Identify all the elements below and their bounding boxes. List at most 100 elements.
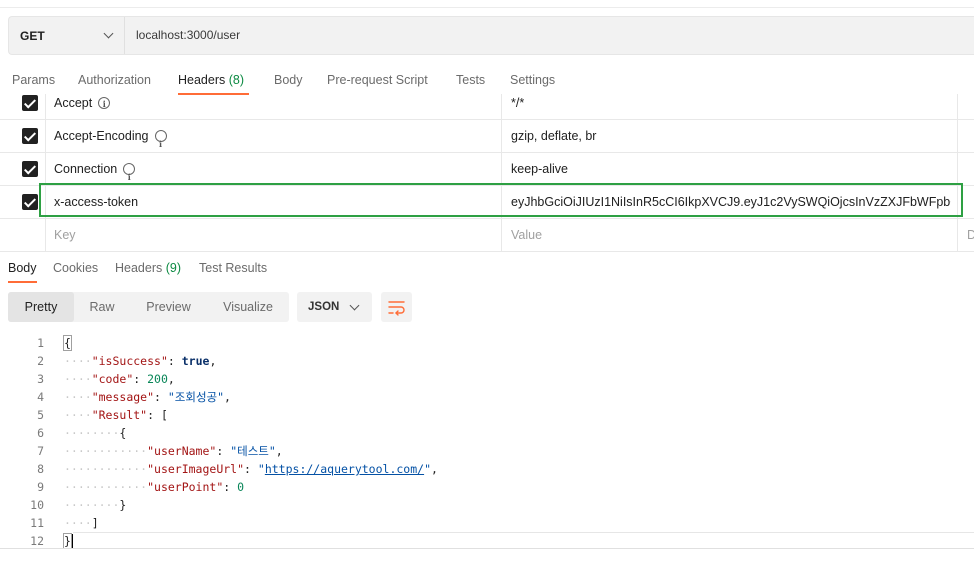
top-divider	[0, 7, 974, 8]
new-header-row: Key Value D	[0, 219, 974, 252]
wrap-lines-icon	[388, 301, 405, 316]
description-input[interactable]: D	[967, 219, 974, 251]
tab-settings[interactable]: Settings	[510, 70, 555, 90]
line-number: 10	[30, 498, 44, 512]
json-key: "isSuccess"	[91, 354, 168, 368]
checkbox-checked-icon[interactable]	[22, 161, 38, 177]
header-value[interactable]: gzip, deflate, br	[511, 120, 951, 152]
code-line: 5 ····"Result": [	[0, 406, 974, 424]
header-key-text: Connection	[54, 162, 118, 176]
highlight-annotation	[39, 183, 963, 217]
response-tabs: Body Cookies Headers (9) Test Results	[0, 258, 974, 284]
code-text: ····]	[64, 516, 99, 530]
view-mode-preview[interactable]: Preview	[135, 292, 202, 322]
tab-cookies[interactable]: Cookies	[53, 258, 98, 278]
code-text: ············"userImageUrl": "https://aqu…	[64, 462, 438, 476]
line-number: 6	[37, 426, 44, 440]
column-divider	[501, 153, 502, 185]
code-text: ····"Result": [	[64, 408, 168, 422]
info-icon[interactable]	[98, 95, 111, 113]
header-row-check-cell	[8, 219, 46, 251]
header-key[interactable]: Accept-Encoding	[54, 120, 167, 160]
view-mode-group: Pretty Raw Preview Visualize	[8, 292, 289, 322]
checkbox-checked-icon[interactable]	[22, 194, 38, 210]
header-row: Connection keep-alive	[0, 153, 974, 193]
line-number: 7	[37, 444, 44, 458]
chevron-down-icon	[349, 300, 360, 311]
tab-test-results[interactable]: Test Results	[199, 258, 267, 278]
request-tabs: Params Authorization Headers (8) Body Pr…	[0, 70, 974, 96]
column-divider	[957, 153, 958, 185]
tab-response-body[interactable]: Body	[8, 258, 37, 278]
value-input[interactable]: Value	[511, 219, 951, 251]
tab-body[interactable]: Body	[274, 70, 303, 90]
info-icon[interactable]	[123, 161, 136, 193]
header-row: Accept-Encoding gzip, deflate, br	[0, 120, 974, 160]
json-key: "Result"	[91, 408, 148, 422]
code-line: 6 ········{	[0, 424, 974, 442]
checkbox-checked-icon[interactable]	[22, 128, 38, 144]
json-value: 0	[237, 480, 245, 494]
code-text: ········{	[64, 426, 127, 440]
json-value: 200	[147, 372, 168, 386]
code-text: ····"isSuccess": true,	[64, 354, 217, 368]
code-text: ····"message": "조회성공",	[64, 390, 231, 404]
wrap-lines-button[interactable]	[381, 292, 412, 322]
header-key-text: Accept	[54, 96, 93, 110]
chevron-down-icon	[103, 28, 114, 39]
active-response-tab-indicator	[8, 281, 37, 283]
column-divider	[957, 219, 958, 251]
json-key: "code"	[91, 372, 134, 386]
info-icon[interactable]	[154, 128, 167, 160]
view-mode-raw[interactable]: Raw	[78, 292, 126, 322]
code-text: ········}	[64, 498, 127, 512]
tab-response-headers[interactable]: Headers (9)	[115, 258, 181, 278]
tab-response-headers-label: Headers	[115, 261, 163, 275]
view-mode-visualize[interactable]: Visualize	[213, 292, 283, 322]
json-key: "userPoint"	[147, 480, 224, 494]
method-label: GET	[20, 28, 45, 43]
header-row-check-cell	[8, 153, 46, 185]
line-number: 5	[37, 408, 44, 422]
url-input[interactable]: localhost:3000/user	[136, 17, 240, 54]
header-row: Accept */*	[0, 94, 974, 120]
tab-authorization[interactable]: Authorization	[78, 70, 151, 90]
code-text: ············"userPoint": 0	[64, 480, 245, 494]
tab-tests[interactable]: Tests	[456, 70, 485, 90]
json-value: "조회성공"	[167, 390, 225, 404]
line-number: 11	[30, 516, 44, 530]
header-row-check-cell	[8, 94, 46, 119]
header-key[interactable]: Accept	[54, 94, 111, 113]
tab-headers-label: Headers	[178, 73, 226, 87]
tab-headers[interactable]: Headers (8)	[178, 70, 244, 90]
checkbox-checked-icon[interactable]	[22, 95, 38, 111]
tab-params[interactable]: Params	[12, 70, 55, 90]
header-value[interactable]: */*	[511, 94, 951, 119]
header-row-check-cell	[8, 120, 46, 152]
line-number: 4	[37, 390, 44, 404]
code-line: 3 ····"code": 200,	[0, 370, 974, 388]
code-text: {	[63, 335, 72, 351]
method-select[interactable]: GET	[9, 17, 125, 54]
header-key[interactable]: Connection	[54, 153, 136, 193]
code-text: ············"userName": "테스트",	[64, 444, 283, 458]
json-key: "userImageUrl"	[147, 462, 245, 476]
code-line: 10 ········}	[0, 496, 974, 514]
tab-response-headers-count: (9)	[165, 261, 182, 275]
text-cursor	[70, 534, 73, 549]
header-value[interactable]: keep-alive	[511, 153, 951, 185]
view-mode-pretty[interactable]: Pretty	[8, 292, 74, 322]
column-divider	[501, 120, 502, 152]
line-number: 8	[37, 462, 44, 476]
tab-pre-request-script[interactable]: Pre-request Script	[327, 70, 428, 90]
json-key: "userName"	[147, 444, 217, 458]
key-input[interactable]: Key	[54, 219, 76, 251]
header-key-text: Accept-Encoding	[54, 129, 149, 143]
line-number: 2	[37, 354, 44, 368]
json-url-link[interactable]: https://aquerytool.com/	[265, 462, 424, 476]
bottom-divider	[0, 548, 974, 549]
json-value: true	[181, 354, 210, 368]
format-select[interactable]: JSON	[297, 292, 372, 322]
code-line: 1{	[0, 334, 974, 352]
column-divider	[501, 94, 502, 119]
